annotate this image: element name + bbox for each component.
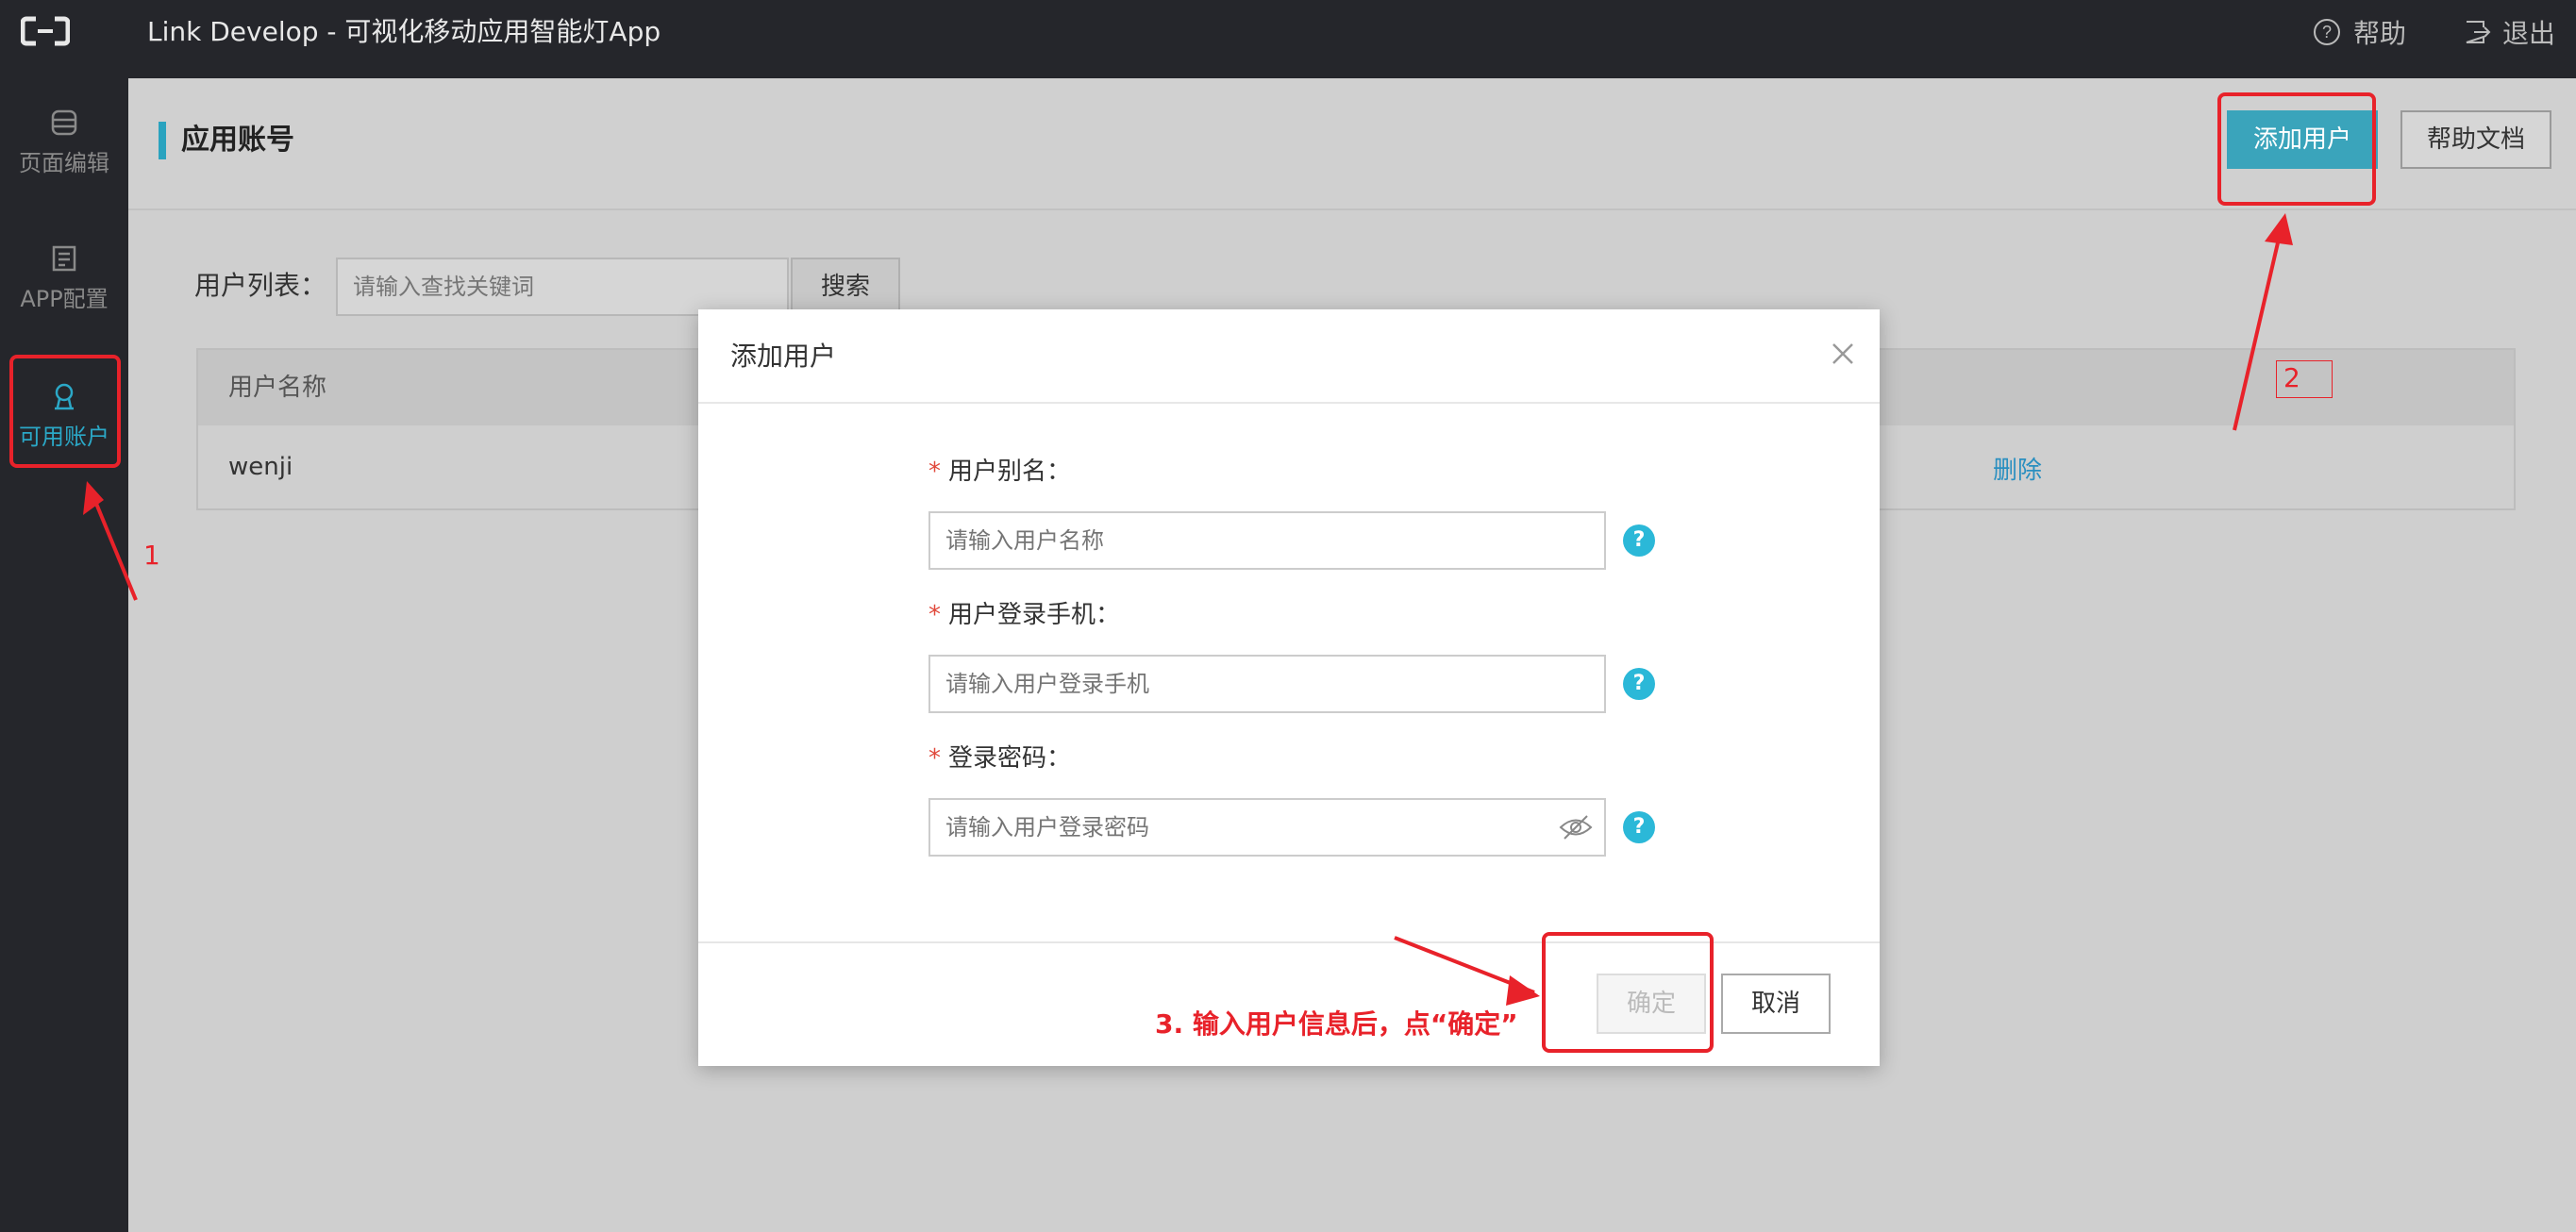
delete-link[interactable]: 删除 bbox=[1993, 452, 2042, 490]
app-title: Link Develop - 可视化移动应用智能灯App bbox=[147, 16, 661, 47]
annotation-box-add-user bbox=[2217, 92, 2376, 206]
password-label: * 登录密码： bbox=[928, 740, 1071, 777]
page-title: 应用账号 bbox=[181, 124, 294, 157]
required-marker: * bbox=[928, 601, 941, 629]
logout-icon bbox=[2466, 21, 2491, 43]
sidebar-item-label: APP配置 bbox=[20, 286, 109, 312]
dialog-header: 添加用户 bbox=[698, 309, 1880, 404]
help-link[interactable]: ? 帮助 bbox=[2312, 13, 2406, 51]
top-bar: Link Develop - 可视化移动应用智能灯App ? 帮助 退出 bbox=[0, 0, 2576, 78]
alias-input[interactable] bbox=[928, 511, 1606, 570]
svg-text:?: ? bbox=[2322, 23, 2332, 42]
phone-input[interactable] bbox=[928, 655, 1606, 713]
dialog-title: 添加用户 bbox=[730, 341, 837, 372]
column-header-username: 用户名称 bbox=[228, 374, 327, 402]
eye-hidden-icon[interactable] bbox=[1559, 813, 1593, 841]
annotation-box-sidebar bbox=[9, 355, 121, 468]
password-help-icon[interactable]: ? bbox=[1623, 811, 1655, 843]
phone-label: * 用户登录手机： bbox=[928, 596, 1120, 634]
phone-help-icon[interactable]: ? bbox=[1623, 668, 1655, 700]
sidebar-item-label: 页面编辑 bbox=[19, 150, 109, 176]
password-label-text: 登录密码： bbox=[948, 744, 1072, 773]
annotation-step-3: 3. 输入用户信息后，点“确定” bbox=[1155, 1008, 1518, 1040]
title-accent-bar bbox=[159, 122, 166, 159]
cell-username: wenji bbox=[228, 453, 293, 481]
password-input[interactable] bbox=[928, 798, 1606, 857]
sidebar: 页面编辑 APP配置 可用账户 bbox=[0, 78, 128, 1232]
alias-help-icon[interactable]: ? bbox=[1623, 524, 1655, 557]
cancel-button[interactable]: 取消 bbox=[1721, 974, 1831, 1034]
page-header: 应用账号 添加用户 帮助文档 bbox=[128, 78, 2576, 210]
user-list-label: 用户列表： bbox=[194, 270, 327, 301]
database-icon bbox=[51, 109, 77, 136]
annotation-step-1: 1 bbox=[143, 540, 160, 571]
question-circle-icon: ? bbox=[2314, 19, 2340, 45]
annotation-step-2: 2 bbox=[2283, 362, 2300, 393]
help-docs-button[interactable]: 帮助文档 bbox=[2400, 110, 2551, 169]
logout-label: 退出 bbox=[2502, 18, 2556, 49]
search-button[interactable]: 搜索 bbox=[791, 258, 900, 316]
search-input[interactable] bbox=[336, 258, 789, 316]
annotation-box-confirm bbox=[1542, 932, 1714, 1053]
required-marker: * bbox=[928, 458, 941, 486]
document-icon bbox=[52, 245, 76, 272]
logout-link[interactable]: 退出 bbox=[2463, 13, 2555, 51]
phone-label-text: 用户登录手机： bbox=[948, 601, 1121, 629]
alias-label-text: 用户别名： bbox=[948, 458, 1072, 486]
close-icon[interactable] bbox=[1829, 340, 1857, 368]
alibaba-cloud-logo[interactable] bbox=[21, 15, 70, 47]
sidebar-item-app-config[interactable]: APP配置 bbox=[0, 244, 128, 358]
help-label: 帮助 bbox=[2353, 18, 2407, 49]
alias-label: * 用户别名： bbox=[928, 453, 1071, 491]
sidebar-item-page-edit[interactable]: 页面编辑 bbox=[0, 108, 128, 222]
required-marker: * bbox=[928, 744, 941, 773]
